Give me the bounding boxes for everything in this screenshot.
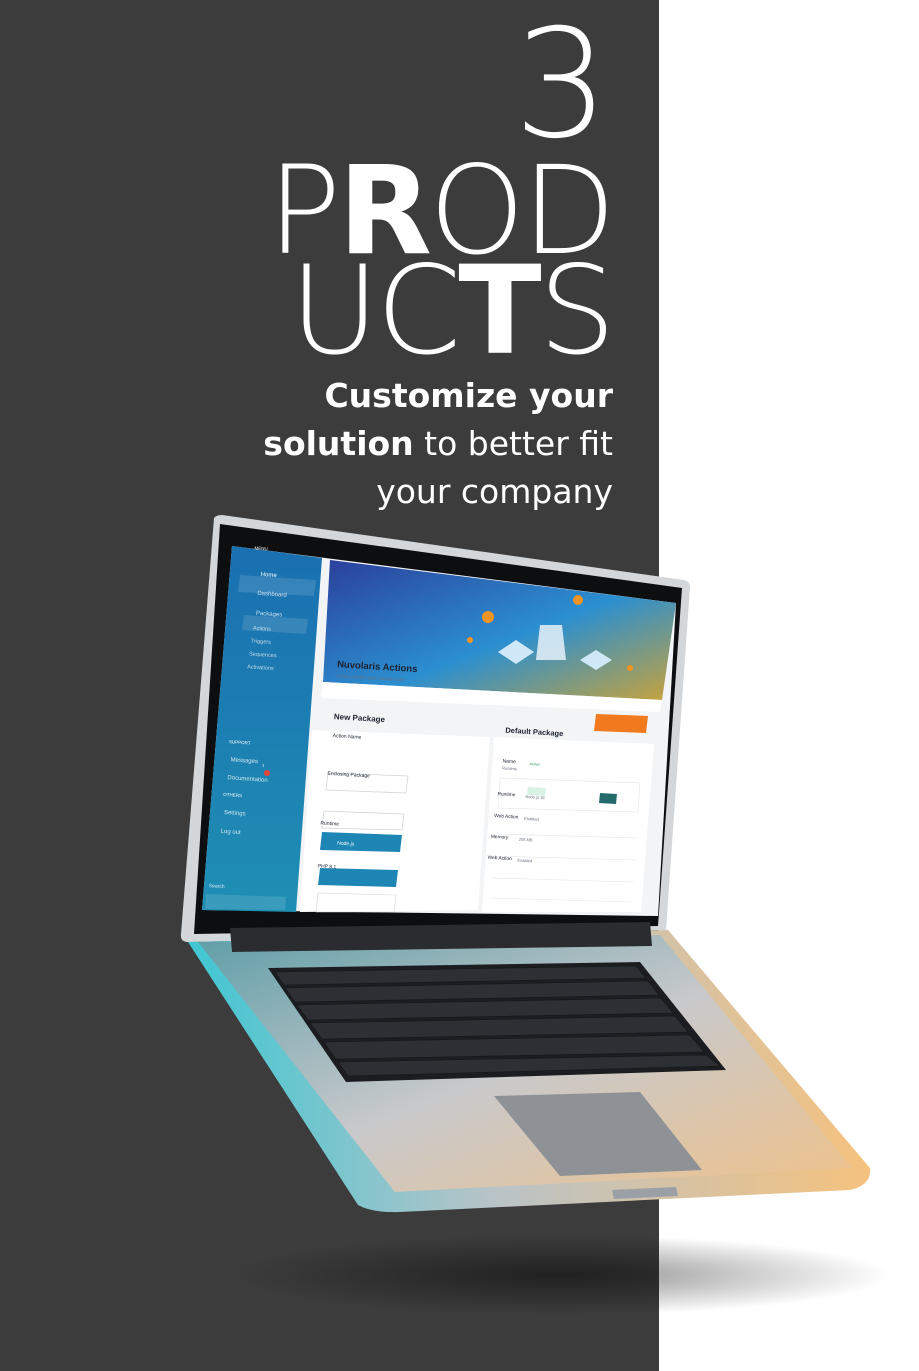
row-label-memory: Memory [491,834,509,841]
sidebar-item-home: Home [260,572,277,579]
runtime-select-value: Node.js [337,841,355,848]
runtime-select [318,868,398,887]
messages-badge: 3 [262,764,264,768]
row-label-runtime: Runtime [497,791,516,798]
row-value-memory: 256 MB [519,837,533,843]
edit-button [599,793,617,804]
default-name-label: Name [502,758,516,765]
create-action-button [594,714,648,733]
edit-label: Edit [601,771,609,776]
laptop-illustration: MENU Home Dashboard Packages Actions Tri… [180,515,890,1315]
row-value-webaction-1: Enabled [524,816,539,822]
default-runtime-sub: Runtime [502,765,518,771]
status-badge: Active [529,762,540,767]
runtime-option-php: PHP 8.1 [318,863,337,870]
sidebar-item-actions: Actions [253,626,272,633]
sidebar-search: Search [209,883,225,890]
create-package-button [320,832,402,852]
sidebar-menu-label: MENU [254,545,268,551]
laptop-shadow [230,1235,890,1315]
screen-content [202,546,676,916]
row-value-webaction-2: Enabled [517,858,532,864]
runtime-label: Runtime [320,820,339,827]
